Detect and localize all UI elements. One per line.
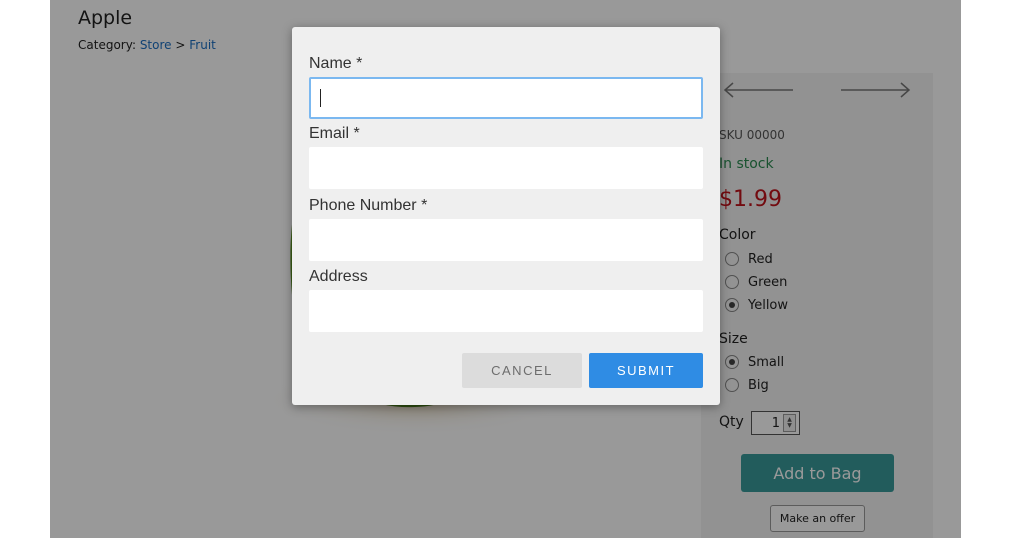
name-label: Name * <box>309 55 363 72</box>
email-label: Email * <box>309 125 360 142</box>
phone-field[interactable] <box>309 219 703 261</box>
email-field[interactable] <box>309 147 703 189</box>
contact-form-dialog: Name * Email * Phone Number * Address CA… <box>292 27 720 405</box>
submit-button[interactable]: SUBMIT <box>589 353 703 388</box>
address-field[interactable] <box>309 290 703 332</box>
phone-label: Phone Number * <box>309 197 428 214</box>
cancel-button[interactable]: CANCEL <box>462 353 582 388</box>
name-field[interactable] <box>309 77 703 119</box>
text-cursor <box>320 89 321 107</box>
address-label: Address <box>309 268 368 285</box>
